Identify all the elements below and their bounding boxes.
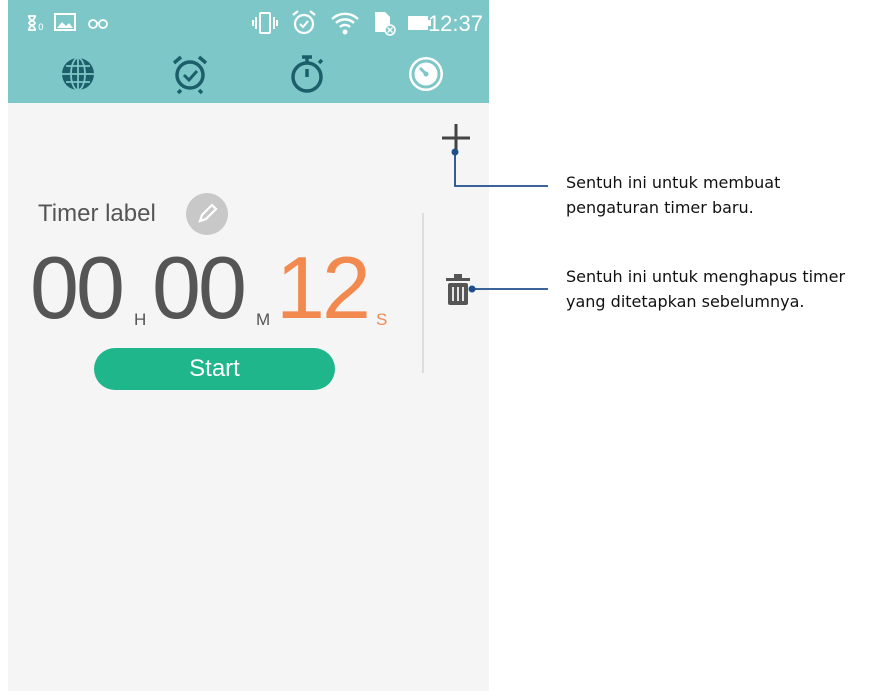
delete-callout-dot [468, 285, 476, 293]
delete-callout-line-1: Sentuh ini untuk menghapus timer [566, 267, 846, 286]
add-callout-line [454, 152, 548, 187]
callout-lines [451, 148, 548, 293]
add-callout-text: Sentuh ini untuk membuat pengaturan time… [566, 170, 780, 220]
add-callout-line-2: pengaturan timer baru. [566, 198, 754, 217]
add-callout-dot [451, 148, 459, 156]
delete-callout-line-2: yang ditetapkan sebelumnya. [566, 292, 805, 311]
delete-callout-text: Sentuh ini untuk menghapus timer yang di… [566, 264, 845, 314]
add-callout-line-1: Sentuh ini untuk membuat [566, 173, 781, 192]
